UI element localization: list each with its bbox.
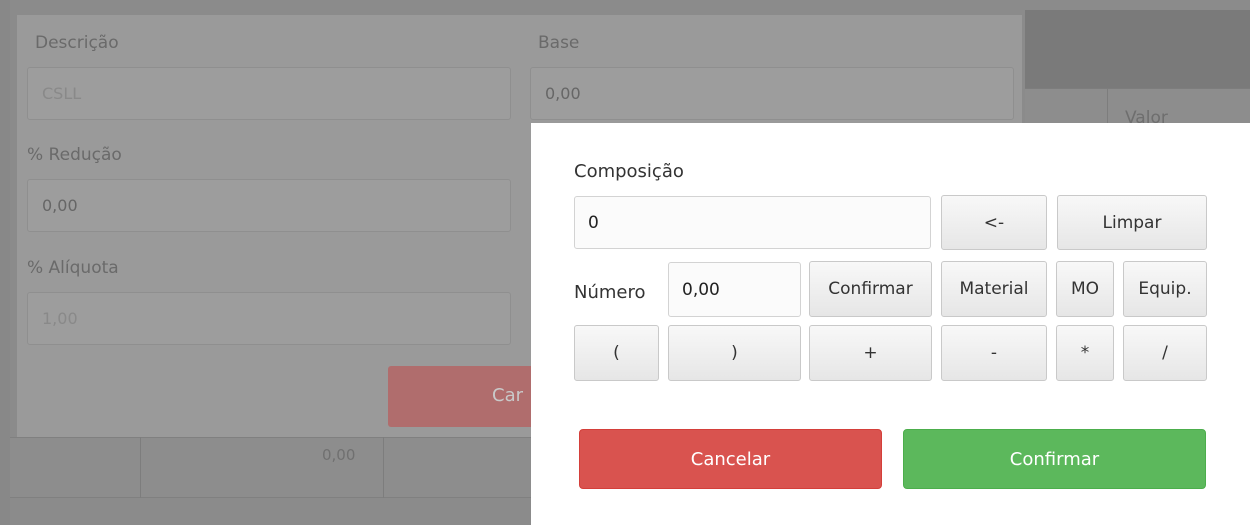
table-cell-value: 0,00 bbox=[322, 446, 356, 464]
confirm-button[interactable]: Confirmar bbox=[903, 429, 1206, 489]
reducao-label: % Redução bbox=[27, 145, 122, 165]
base-field[interactable]: 0,00 bbox=[530, 67, 1014, 120]
tax-form-cancel-button[interactable]: Car bbox=[388, 366, 548, 427]
reducao-field[interactable]: 0,00 bbox=[27, 179, 511, 232]
background-toolbar bbox=[1025, 10, 1250, 88]
table-cell-divider bbox=[383, 437, 384, 498]
tax-form-cancel-label: Car bbox=[492, 385, 523, 406]
plus-button[interactable]: + bbox=[809, 325, 932, 381]
descricao-label: Descrição bbox=[35, 33, 119, 53]
equip-button[interactable]: Equip. bbox=[1123, 261, 1207, 317]
multiply-button[interactable]: * bbox=[1056, 325, 1114, 381]
close-paren-button[interactable]: ) bbox=[668, 325, 801, 381]
number-input-value: 0,00 bbox=[682, 279, 720, 300]
material-button[interactable]: Material bbox=[941, 261, 1047, 317]
table-cell-divider bbox=[140, 437, 141, 498]
aliquota-label: % Alíquota bbox=[27, 258, 119, 278]
divide-button[interactable]: / bbox=[1123, 325, 1207, 381]
confirm-number-button[interactable]: Confirmar bbox=[809, 261, 932, 317]
composition-expression-input[interactable]: 0 bbox=[574, 196, 931, 249]
composition-title: Composição bbox=[574, 161, 684, 182]
number-label: Número bbox=[574, 282, 646, 303]
open-paren-button[interactable]: ( bbox=[574, 325, 659, 381]
cancel-button[interactable]: Cancelar bbox=[579, 429, 882, 489]
backspace-button[interactable]: <- bbox=[941, 195, 1047, 250]
composition-expression-value: 0 bbox=[588, 212, 599, 233]
aliquota-field: 1,00 bbox=[27, 292, 511, 345]
minus-button[interactable]: - bbox=[941, 325, 1047, 381]
clear-button[interactable]: Limpar bbox=[1057, 195, 1207, 250]
number-input[interactable]: 0,00 bbox=[668, 262, 801, 317]
descricao-field: CSLL bbox=[27, 67, 511, 120]
mo-button[interactable]: MO bbox=[1056, 261, 1114, 317]
base-label: Base bbox=[538, 33, 580, 53]
